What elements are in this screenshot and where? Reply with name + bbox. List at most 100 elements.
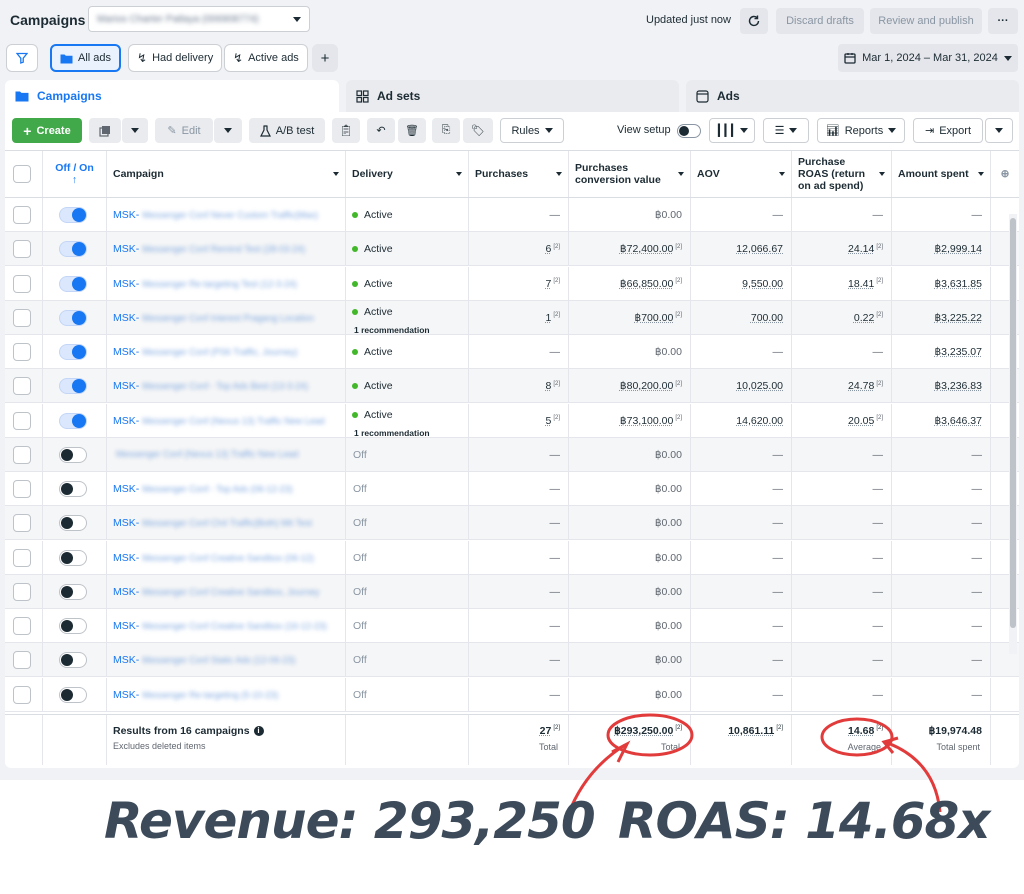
campaign-name-link[interactable]: MSK- Messenger Conf (PS6 Traffic, Journey… bbox=[113, 346, 298, 358]
campaign-name-link[interactable]: MSK- Messenger Re-targeting (5-10-23) bbox=[113, 689, 278, 701]
campaign-toggle[interactable] bbox=[59, 275, 87, 292]
row-checkbox[interactable] bbox=[13, 445, 31, 464]
had-delivery-chip[interactable]: ↯ Had delivery bbox=[128, 44, 223, 72]
review-publish-button[interactable]: Review and publish bbox=[870, 8, 982, 34]
row-checkbox[interactable] bbox=[13, 308, 31, 327]
active-ads-chip[interactable]: ↯ Active ads bbox=[224, 44, 308, 72]
tag-button[interactable]: 🏷︎ bbox=[463, 118, 493, 143]
column-delivery[interactable]: Delivery bbox=[346, 151, 469, 197]
column-aov[interactable]: AOV bbox=[691, 151, 792, 197]
column-roas[interactable]: Purchase ROAS (return on ad spend) bbox=[792, 151, 892, 197]
delete-button[interactable]: 🗑︎ bbox=[398, 118, 426, 143]
campaign-toggle[interactable] bbox=[59, 309, 87, 326]
table-row[interactable]: MSK- Messenger Conf Interest Pragang Loca… bbox=[5, 300, 1019, 335]
select-all-checkbox[interactable] bbox=[13, 165, 31, 183]
ab-test-button[interactable]: A/B test bbox=[249, 118, 325, 143]
edit-button[interactable]: ✎ Edit bbox=[155, 118, 213, 143]
export-button[interactable]: ⇥ Export bbox=[913, 118, 983, 143]
campaign-name-link[interactable]: MSK- Messenger Conf Creative Sandbox (16-… bbox=[113, 620, 327, 632]
add-filter-button[interactable]: + bbox=[312, 44, 338, 72]
table-row[interactable]: MSK- Messenger Conf (PS6 Traffic, Journey… bbox=[5, 335, 1019, 369]
table-row[interactable]: MSK- Messenger Conf (Nexus 13) Traffic Ne… bbox=[5, 403, 1019, 438]
campaign-toggle[interactable] bbox=[59, 583, 87, 600]
column-conversion-value[interactable]: Purchases conversion value bbox=[569, 151, 691, 197]
view-setup-toggle[interactable] bbox=[677, 124, 701, 138]
column-purchases[interactable]: Purchases bbox=[469, 151, 569, 197]
refresh-button[interactable] bbox=[740, 8, 768, 34]
campaign-toggle[interactable] bbox=[59, 241, 87, 258]
campaign-name-link[interactable]: MSK- Messenger Conf Ch4 Traffic(Both) Mit… bbox=[113, 517, 312, 529]
row-checkbox[interactable] bbox=[13, 514, 31, 533]
campaign-name-link[interactable]: MSK- Messenger Conf - Top Ads Best (13-3-… bbox=[113, 380, 308, 392]
tab-ads[interactable]: Ads bbox=[686, 80, 1019, 112]
row-checkbox[interactable] bbox=[13, 240, 31, 259]
filter-button[interactable] bbox=[6, 44, 38, 72]
campaign-name-link[interactable]: Messenger Conf (Nexus 13) Traffic New Le… bbox=[113, 449, 298, 459]
all-ads-chip[interactable]: All ads bbox=[50, 44, 122, 72]
table-row[interactable]: MSK- Messenger Conf Never Custom Traffic(… bbox=[5, 198, 1019, 232]
campaign-name-link[interactable]: MSK- Messenger Conf Interest Pragang Loca… bbox=[113, 312, 314, 324]
campaign-name-link[interactable]: MSK- Messenger Conf Remind Test (28-03-24… bbox=[113, 243, 305, 255]
create-button[interactable]: + Create bbox=[12, 118, 82, 143]
row-checkbox[interactable] bbox=[13, 411, 31, 430]
table-row[interactable]: MSK- Messenger Conf - Top Ads (06-12-23) O… bbox=[5, 472, 1019, 506]
campaign-toggle[interactable] bbox=[59, 686, 87, 703]
campaign-name-link[interactable]: MSK- Messenger Conf Static Ads (12-06-23) bbox=[113, 654, 295, 666]
duplicate-button[interactable] bbox=[89, 118, 121, 143]
vertical-scrollbar[interactable] bbox=[1009, 214, 1017, 654]
discard-drafts-button[interactable]: Discard drafts bbox=[776, 8, 864, 34]
campaign-toggle[interactable] bbox=[59, 515, 87, 532]
table-row[interactable]: MSK- Messenger Conf - Top Ads Best (13-3-… bbox=[5, 369, 1019, 404]
tab-campaigns[interactable]: Campaigns bbox=[5, 80, 339, 112]
columns-button[interactable]: ┃┃┃ bbox=[709, 118, 755, 143]
table-row[interactable]: Messenger Conf (Nexus 13) Traffic New Le… bbox=[5, 437, 1019, 472]
row-checkbox[interactable] bbox=[13, 582, 31, 601]
row-checkbox[interactable] bbox=[13, 206, 31, 224]
account-selector[interactable]: Marios Charter Patlaya (006908774) bbox=[88, 6, 310, 32]
campaign-toggle[interactable] bbox=[59, 344, 87, 360]
campaign-toggle[interactable] bbox=[59, 652, 87, 669]
add-column-button[interactable]: ⊕ bbox=[991, 151, 1019, 197]
campaign-name-link[interactable]: MSK- Messenger Conf - Top Ads (06-12-23) bbox=[113, 483, 293, 495]
table-row[interactable]: MSK- Messenger Re-targeting (5-10-23) Off —… bbox=[5, 677, 1019, 712]
campaign-toggle[interactable] bbox=[59, 378, 87, 395]
row-checkbox[interactable] bbox=[13, 548, 31, 567]
column-amount-spent[interactable]: Amount spent bbox=[892, 151, 991, 197]
row-checkbox[interactable] bbox=[13, 274, 31, 293]
column-offon[interactable]: Off / On ↑ bbox=[43, 151, 107, 197]
campaign-name-link[interactable]: MSK- Messenger Conf (Nexus 13) Traffic Ne… bbox=[113, 415, 325, 427]
recommendation-badge[interactable]: 1 recommendation bbox=[354, 325, 430, 335]
table-row[interactable]: MSK- Messenger Re-targeting Test (12-3-24… bbox=[5, 266, 1019, 301]
campaign-toggle[interactable] bbox=[59, 446, 87, 463]
campaign-name-link[interactable]: MSK- Messenger Re-targeting Test (12-3-24… bbox=[113, 278, 297, 290]
row-checkbox[interactable] bbox=[13, 377, 31, 396]
export-dropdown-button[interactable] bbox=[985, 118, 1013, 143]
rules-button[interactable]: Rules bbox=[500, 118, 564, 143]
recommendation-badge[interactable]: 1 recommendation bbox=[354, 428, 430, 438]
duplicate-dropdown-button[interactable] bbox=[122, 118, 148, 143]
reports-button[interactable]: 📊︎ Reports bbox=[817, 118, 905, 143]
campaign-toggle[interactable] bbox=[59, 481, 87, 497]
tab-ad-sets[interactable]: Ad sets bbox=[346, 80, 679, 112]
preview-button[interactable]: ⎘ bbox=[432, 118, 460, 143]
table-row[interactable]: MSK- Messenger Conf Creative Sandbox (16-… bbox=[5, 609, 1019, 643]
table-row[interactable]: MSK- Messenger Conf Static Ads (12-06-23)… bbox=[5, 643, 1019, 678]
more-options-button[interactable]: ··· bbox=[988, 8, 1018, 34]
table-row[interactable]: MSK- Messenger Conf Creative Sandbox, Jou… bbox=[5, 574, 1019, 609]
scrollbar-thumb[interactable] bbox=[1010, 218, 1016, 628]
campaign-toggle[interactable] bbox=[59, 549, 87, 566]
breakdown-button[interactable]: ☰ bbox=[763, 118, 809, 143]
row-checkbox[interactable] bbox=[13, 651, 31, 670]
table-row[interactable]: MSK- Messenger Conf Ch4 Traffic(Both) Mit… bbox=[5, 506, 1019, 541]
undo-button[interactable]: ↶ bbox=[367, 118, 395, 143]
row-checkbox[interactable] bbox=[13, 685, 31, 704]
table-row[interactable]: MSK- Messenger Conf Remind Test (28-03-24… bbox=[5, 232, 1019, 267]
edit-dropdown-button[interactable] bbox=[214, 118, 242, 143]
campaign-name-link[interactable]: MSK- Messenger Conf Creative Sandbox, Jou… bbox=[113, 586, 319, 598]
table-row[interactable]: MSK- Messenger Conf Creative Sandbox (06-… bbox=[5, 540, 1019, 575]
row-checkbox[interactable] bbox=[13, 343, 31, 361]
date-range-picker[interactable]: Mar 1, 2024 – Mar 31, 2024 bbox=[838, 44, 1018, 72]
campaign-name-link[interactable]: MSK- Messenger Conf Never Custom Traffic(… bbox=[113, 209, 318, 221]
campaign-toggle[interactable] bbox=[59, 412, 87, 429]
row-checkbox[interactable] bbox=[13, 617, 31, 635]
